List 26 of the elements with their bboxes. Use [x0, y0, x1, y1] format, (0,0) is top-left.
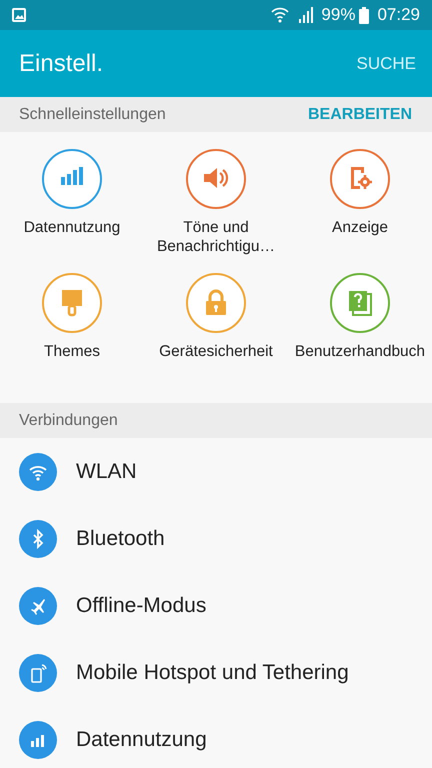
phone-signal-icon: [19, 654, 57, 692]
help-book-icon: [346, 289, 374, 317]
wifi-icon: [19, 452, 57, 490]
settings-list-item[interactable]: Mobile Hotspot und Tethering: [0, 639, 432, 706]
settings-list-item[interactable]: Offline-Modus: [0, 572, 432, 639]
signal-icon: [297, 7, 314, 23]
clock: 07:29: [377, 4, 420, 26]
wifi-icon: [271, 6, 290, 24]
bar-chart-icon: [19, 720, 57, 758]
app-title: Einstell.: [19, 48, 104, 78]
settings-list-item[interactable]: Datennutzung: [0, 706, 432, 768]
quick-setting-tile[interactable]: Anzeige: [288, 149, 432, 273]
battery-icon: [359, 6, 370, 24]
quick-setting-tile[interactable]: Gerätesicherheit: [144, 273, 288, 397]
quick-setting-tile[interactable]: Töne und Benachrichtigu…: [144, 149, 288, 273]
section-header: Verbindungen: [19, 410, 118, 430]
bluetooth-icon: [19, 520, 57, 558]
settings-list-item[interactable]: Bluetooth: [0, 505, 432, 572]
gallery-icon: [12, 8, 26, 22]
settings-list-item[interactable]: WLAN: [0, 438, 432, 505]
quick-setting-tile[interactable]: Benutzerhandbuch: [288, 273, 432, 397]
section-header: Schnelleinstellungen: [19, 104, 166, 124]
quick-setting-tile[interactable]: Datennutzung: [0, 149, 144, 273]
battery-percent: 99%: [321, 4, 356, 26]
airplane-icon: [19, 586, 57, 624]
quick-setting-tile[interactable]: Themes: [0, 273, 144, 397]
